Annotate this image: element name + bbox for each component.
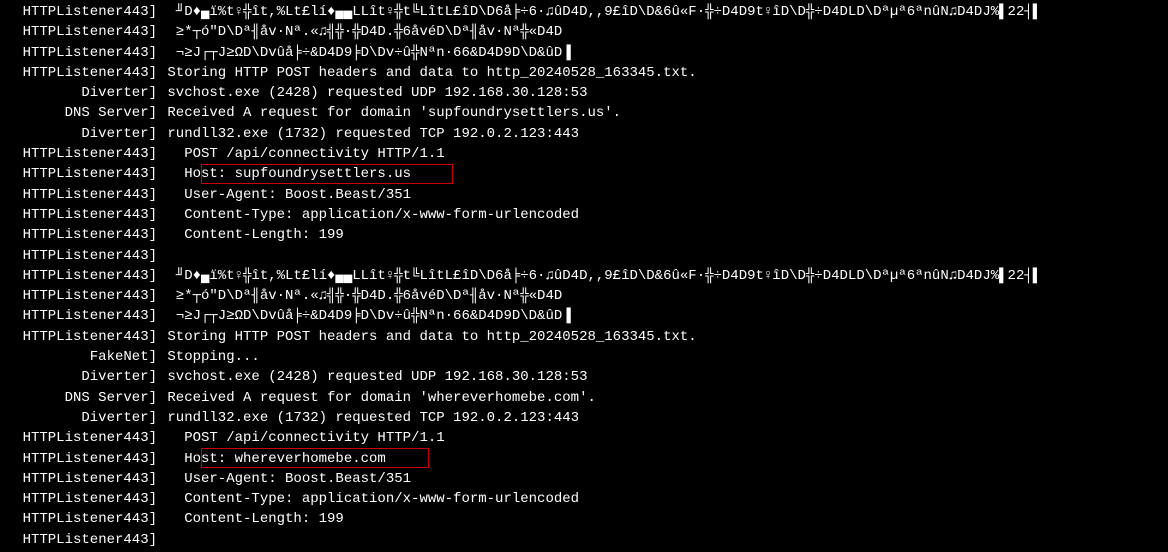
- log-message: ╜D♦▄ï%t♀╬ît,%Lt£lí♦▄▄LLît♀╬t╚LîtL£îD\D6å…: [159, 2, 1041, 22]
- log-source: Diverter]: [4, 124, 159, 144]
- log-line: HTTPListener443] Storing HTTP POST heade…: [4, 63, 1164, 83]
- log-source: HTTPListener443]: [4, 530, 159, 550]
- log-line: DNS Server] Received A request for domai…: [4, 388, 1164, 408]
- log-line: HTTPListener443] ≥*┬ó"D\Dª╢åv·Nª.«♫╣╬·╬D…: [4, 22, 1164, 42]
- log-message: ╜D♦▄ï%t♀╬ît,%Lt£lí♦▄▄LLît♀╬t╚LîtL£îD\D6å…: [159, 266, 1041, 286]
- log-line: Diverter] svchost.exe (2428) requested U…: [4, 367, 1164, 387]
- log-source: HTTPListener443]: [4, 246, 159, 266]
- log-message: Content-Length: 199: [159, 509, 344, 529]
- log-message: Content-Length: 199: [159, 225, 344, 245]
- log-message: Content-Type: application/x-www-form-url…: [159, 489, 579, 509]
- log-source: HTTPListener443]: [4, 63, 159, 83]
- log-message: svchost.exe (2428) requested UDP 192.168…: [159, 83, 587, 103]
- log-source: FakeNet]: [4, 347, 159, 367]
- log-message: Host: supfoundrysettlers.us: [159, 164, 411, 184]
- log-source: HTTPListener443]: [4, 144, 159, 164]
- log-source: HTTPListener443]: [4, 489, 159, 509]
- log-message: Stopping...: [159, 347, 260, 367]
- log-line: FakeNet] Stopping...: [4, 347, 1164, 367]
- log-message: Received A request for domain 'whereverh…: [159, 388, 596, 408]
- log-line: HTTPListener443] ╜D♦▄ï%t♀╬ît,%Lt£lí♦▄▄LL…: [4, 2, 1164, 22]
- log-line: HTTPListener443]: [4, 246, 1164, 266]
- log-line: HTTPListener443] User-Agent: Boost.Beast…: [4, 469, 1164, 489]
- log-line: HTTPListener443] Host: supfoundrysettler…: [4, 164, 1164, 184]
- log-source: HTTPListener443]: [4, 327, 159, 347]
- log-source: HTTPListener443]: [4, 185, 159, 205]
- log-message: Storing HTTP POST headers and data to ht…: [159, 63, 697, 83]
- log-source: HTTPListener443]: [4, 205, 159, 225]
- log-line: HTTPListener443]: [4, 530, 1164, 550]
- log-message: User-Agent: Boost.Beast/351: [159, 469, 411, 489]
- log-source: HTTPListener443]: [4, 2, 159, 22]
- log-source: HTTPListener443]: [4, 43, 159, 63]
- log-line: HTTPListener443] Content-Length: 199: [4, 509, 1164, 529]
- log-message: Received A request for domain 'supfoundr…: [159, 103, 621, 123]
- log-message: svchost.exe (2428) requested UDP 192.168…: [159, 367, 587, 387]
- log-message: ¬≥J┌┬J≥ΩD\Dvûå╞÷&D4D9╞D\Dv÷û╬Nªn·66&D4D9…: [159, 43, 571, 63]
- log-line: Diverter] rundll32.exe (1732) requested …: [4, 124, 1164, 144]
- log-source: DNS Server]: [4, 103, 159, 123]
- log-source: HTTPListener443]: [4, 164, 159, 184]
- log-message: POST /api/connectivity HTTP/1.1: [159, 428, 445, 448]
- log-source: HTTPListener443]: [4, 266, 159, 286]
- log-line: HTTPListener443] Host: whereverhomebe.co…: [4, 449, 1164, 469]
- log-line: HTTPListener443] Content-Length: 199: [4, 225, 1164, 245]
- log-message: Host: whereverhomebe.com: [159, 449, 386, 469]
- log-line: DNS Server] Received A request for domai…: [4, 103, 1164, 123]
- terminal-output: HTTPListener443] ╜D♦▄ï%t♀╬ît,%Lt£lí♦▄▄LL…: [4, 2, 1164, 550]
- log-source: HTTPListener443]: [4, 509, 159, 529]
- log-message: ¬≥J┌┬J≥ΩD\Dvûå╞÷&D4D9╞D\Dv÷û╬Nªn·66&D4D9…: [159, 306, 571, 326]
- log-line: HTTPListener443] ¬≥J┌┬J≥ΩD\Dvûå╞÷&D4D9╞D…: [4, 306, 1164, 326]
- log-source: Diverter]: [4, 367, 159, 387]
- log-source: HTTPListener443]: [4, 306, 159, 326]
- log-source: Diverter]: [4, 408, 159, 428]
- log-source: HTTPListener443]: [4, 225, 159, 245]
- log-message: ≥*┬ó"D\Dª╢åv·Nª.«♫╣╬·╬D4D.╬6åvéD\Dª╢åv·N…: [159, 22, 562, 42]
- log-line: HTTPListener443] ¬≥J┌┬J≥ΩD\Dvûå╞÷&D4D9╞D…: [4, 43, 1164, 63]
- log-line: Diverter] svchost.exe (2428) requested U…: [4, 83, 1164, 103]
- log-line: HTTPListener443] ╜D♦▄ï%t♀╬ît,%Lt£lí♦▄▄LL…: [4, 266, 1164, 286]
- log-message: rundll32.exe (1732) requested TCP 192.0.…: [159, 124, 579, 144]
- log-message: rundll32.exe (1732) requested TCP 192.0.…: [159, 408, 579, 428]
- log-source: HTTPListener443]: [4, 449, 159, 469]
- log-line: HTTPListener443] Content-Type: applicati…: [4, 205, 1164, 225]
- log-source: HTTPListener443]: [4, 22, 159, 42]
- log-line: HTTPListener443] Storing HTTP POST heade…: [4, 327, 1164, 347]
- log-message: Storing HTTP POST headers and data to ht…: [159, 327, 697, 347]
- log-source: Diverter]: [4, 83, 159, 103]
- log-source: HTTPListener443]: [4, 428, 159, 448]
- log-line: HTTPListener443] User-Agent: Boost.Beast…: [4, 185, 1164, 205]
- log-line: HTTPListener443] POST /api/connectivity …: [4, 144, 1164, 164]
- log-message: Content-Type: application/x-www-form-url…: [159, 205, 579, 225]
- log-source: DNS Server]: [4, 388, 159, 408]
- log-line: HTTPListener443] POST /api/connectivity …: [4, 428, 1164, 448]
- log-line: HTTPListener443] ≥*┬ó"D\Dª╢åv·Nª.«♫╣╬·╬D…: [4, 286, 1164, 306]
- log-source: HTTPListener443]: [4, 286, 159, 306]
- log-message: User-Agent: Boost.Beast/351: [159, 185, 411, 205]
- log-line: Diverter] rundll32.exe (1732) requested …: [4, 408, 1164, 428]
- log-source: HTTPListener443]: [4, 469, 159, 489]
- log-message: ≥*┬ó"D\Dª╢åv·Nª.«♫╣╬·╬D4D.╬6åvéD\Dª╢åv·N…: [159, 286, 562, 306]
- log-message: POST /api/connectivity HTTP/1.1: [159, 144, 445, 164]
- log-line: HTTPListener443] Content-Type: applicati…: [4, 489, 1164, 509]
